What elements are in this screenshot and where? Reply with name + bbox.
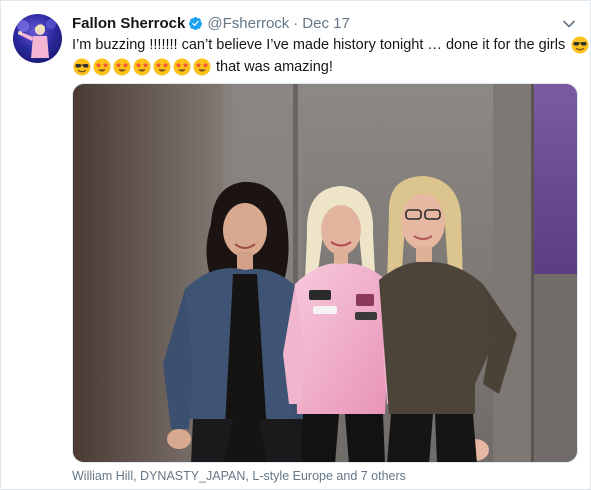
tweet-date[interactable]: Dec 17 xyxy=(302,15,350,32)
star-struck-face-icon xyxy=(173,58,191,76)
star-struck-face-icon xyxy=(153,58,171,76)
avatar[interactable] xyxy=(13,14,62,63)
separator-dot: · xyxy=(293,14,299,32)
chevron-down-icon[interactable] xyxy=(562,17,576,31)
verified-badge-icon xyxy=(188,16,203,31)
tweet-header: Fallon Sherrock @Fsherrock · Dec 17 xyxy=(72,13,350,33)
star-struck-face-icon xyxy=(193,58,211,76)
tweet-text-main: I’m buzzing !!!!!!! can’t believe I’ve m… xyxy=(72,37,566,53)
star-struck-face-icon xyxy=(133,58,151,76)
tweet-text-line-1: I’m buzzing !!!!!!! can’t believe I’ve m… xyxy=(72,34,589,56)
photo-tags[interactable]: William Hill, DYNASTY_JAPAN, L-style Eur… xyxy=(72,469,406,483)
author-display-name[interactable]: Fallon Sherrock xyxy=(72,15,185,32)
author-handle[interactable]: @Fsherrock xyxy=(207,15,289,32)
tweet-card: Fallon Sherrock @Fsherrock · Dec 17 I’m … xyxy=(0,0,591,490)
tweet-text-suffix: that was amazing! xyxy=(216,59,333,75)
star-struck-face-icon xyxy=(93,58,111,76)
tweet-text-line-2: that was amazing! xyxy=(72,56,584,78)
sunglasses-face-icon xyxy=(73,58,91,76)
tweet-text: I’m buzzing !!!!!!! can’t believe I’ve m… xyxy=(72,34,589,78)
star-struck-face-icon xyxy=(113,58,131,76)
tweet-photo[interactable] xyxy=(72,83,578,463)
sunglasses-face-icon xyxy=(571,36,589,54)
